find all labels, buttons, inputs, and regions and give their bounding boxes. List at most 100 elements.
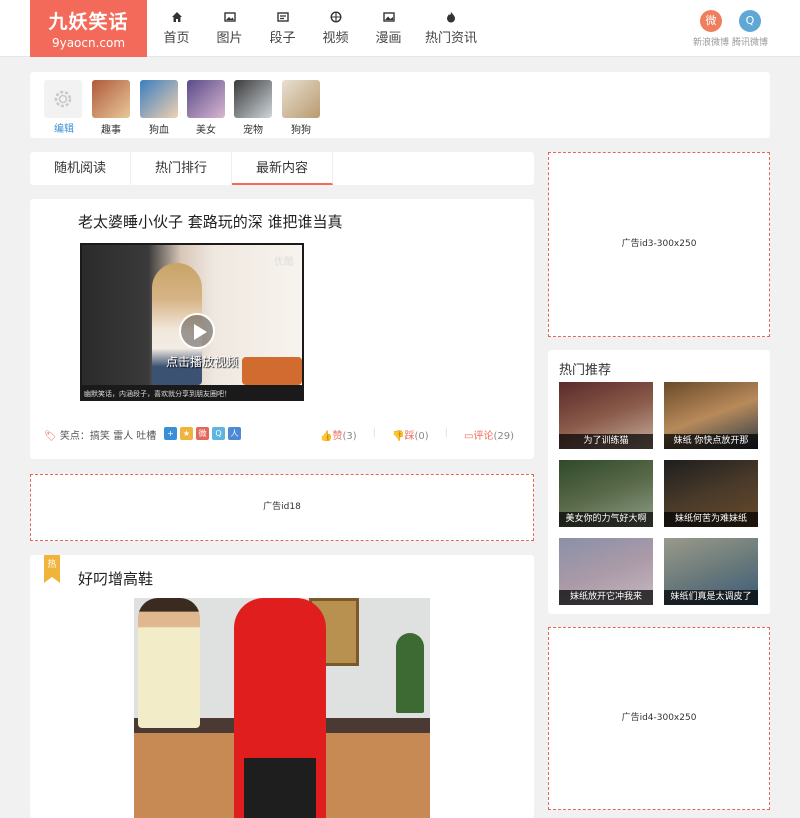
- vote-bar: 👍赞(3) | 👎踩(0) | ▭评论(29): [304, 427, 514, 442]
- dislike-count: (0): [414, 431, 429, 442]
- divider: |: [444, 427, 449, 438]
- ad-sidebar-4[interactable]: 广告id4-300x250: [548, 627, 770, 810]
- hot-item[interactable]: 美女你的力气好大啊: [559, 460, 653, 527]
- gear-icon: [44, 80, 82, 118]
- hot-item[interactable]: 为了训练猫: [559, 382, 653, 449]
- nav-item-images[interactable]: 图片: [203, 0, 256, 57]
- like-count: (3): [342, 431, 357, 442]
- nav-label: 视频: [322, 31, 349, 46]
- share-tencent-icon[interactable]: Q: [212, 427, 225, 440]
- dislike-label: 踩: [404, 431, 415, 442]
- site-header: 九妖笑话 9yaocn.com 首页 图片 段子 视频 漫画 热门资讯 微 新浪…: [0, 0, 800, 57]
- site-logo[interactable]: 九妖笑话 9yaocn.com: [30, 0, 147, 57]
- play-icon[interactable]: [179, 313, 215, 349]
- main-nav: 首页 图片 段子 视频 漫画 热门资讯: [150, 0, 487, 57]
- hot-caption: 妹纸放开它冲我来: [559, 590, 653, 605]
- dislike-button[interactable]: 👎踩(0): [392, 427, 429, 442]
- tencent-weibo-icon: Q: [739, 10, 761, 32]
- video-caption: 幽默笑话，内涵段子，喜欢就分享到朋友圈吧！: [84, 390, 231, 398]
- text-icon: [256, 11, 309, 27]
- social-label: 新浪微博: [692, 38, 729, 48]
- category-item[interactable]: 狗血: [140, 80, 178, 136]
- logo-title: 九妖笑话: [48, 11, 129, 33]
- category-thumbnail: [92, 80, 130, 118]
- post-meta: 🏷 笑点：搞笑 雷人 吐槽 + ★ 微 Q 人 👍赞(3) | 👎踩(0) | …: [44, 427, 514, 443]
- hot-caption: 妹纸们真是太调皮了: [664, 590, 758, 605]
- hot-recommendations: 热门推荐 为了训练猫 妹纸 你快点放开那 美女你的力气好大啊 妹纸何苦为难妹纸 …: [548, 350, 770, 614]
- hot-caption: 美女你的力气好大啊: [559, 512, 653, 527]
- share-weibo-icon[interactable]: 微: [196, 427, 209, 440]
- image-icon: [203, 11, 256, 27]
- logo-domain: 9yaocn.com: [51, 36, 126, 50]
- category-thumbnail: [234, 80, 272, 118]
- tab-random[interactable]: 随机阅读: [30, 152, 131, 185]
- nav-item-video[interactable]: 视频: [309, 0, 362, 57]
- nav-label: 漫画: [375, 31, 402, 46]
- share-buttons: + ★ 微 Q 人: [164, 427, 241, 440]
- category-item[interactable]: 狗狗: [282, 80, 320, 136]
- tencent-weibo-link[interactable]: Q 腾讯微博: [727, 10, 773, 48]
- hot-item[interactable]: 妹纸 你快点放开那: [664, 382, 758, 449]
- nav-item-home[interactable]: 首页: [150, 0, 203, 57]
- category-thumbnail: [140, 80, 178, 118]
- post-title[interactable]: 老太婆睡小伙子 套路玩的深 谁把谁当真: [78, 211, 343, 232]
- comment-label: 评论: [473, 431, 494, 442]
- post-title[interactable]: 好叼增高鞋: [78, 568, 153, 589]
- category-item[interactable]: 美女: [187, 80, 225, 136]
- category-bar: 编辑 趣事 狗血 美女 宠物 狗狗: [30, 72, 770, 138]
- nav-item-comics[interactable]: 漫画: [362, 0, 415, 57]
- flame-icon: [415, 11, 487, 27]
- category-item[interactable]: 趣事: [92, 80, 130, 136]
- hot-caption: 为了训练猫: [559, 434, 653, 449]
- comment-count: (29): [493, 431, 514, 442]
- category-label: 狗血: [149, 125, 169, 136]
- share-qzone-icon[interactable]: ★: [180, 427, 193, 440]
- like-label: 赞: [332, 431, 343, 442]
- category-thumbnail: [187, 80, 225, 118]
- video-player[interactable]: 优酷 点击播放视频 幽默笑话，内涵段子，喜欢就分享到朋友圈吧！: [80, 243, 304, 401]
- video-sofa: [242, 357, 302, 385]
- edit-categories-button[interactable]: 编辑: [44, 80, 84, 135]
- ad-banner-18[interactable]: 广告id18: [30, 474, 534, 541]
- hot-item[interactable]: 妹纸何苦为难妹纸: [664, 460, 758, 527]
- share-plus-icon[interactable]: +: [164, 427, 177, 440]
- like-button[interactable]: 👍赞(3): [320, 427, 357, 442]
- photo-clerk: [138, 598, 200, 728]
- tag-line: 🏷 笑点：搞笑 雷人 吐槽: [44, 427, 156, 442]
- category-label: 趣事: [101, 125, 121, 136]
- tab-popular[interactable]: 热门排行: [131, 152, 232, 185]
- comment-button[interactable]: ▭评论(29): [464, 427, 514, 442]
- edit-label: 编辑: [54, 124, 74, 135]
- hot-caption: 妹纸何苦为难妹纸: [664, 512, 758, 527]
- category-thumbnail: [282, 80, 320, 118]
- tag-label: 笑点：: [59, 431, 90, 442]
- section-title: 热门推荐: [559, 363, 612, 378]
- content-tabs: 随机阅读 热门排行 最新内容: [30, 152, 534, 185]
- video-thumbnail: 优酷 点击播放视频: [82, 245, 302, 385]
- category-label: 宠物: [243, 125, 263, 136]
- nav-item-jokes[interactable]: 段子: [256, 0, 309, 57]
- divider: |: [372, 427, 377, 438]
- ad-sidebar-3[interactable]: 广告id3-300x250: [548, 152, 770, 337]
- photo-plant: [396, 633, 424, 713]
- nav-label: 段子: [269, 31, 296, 46]
- tab-latest[interactable]: 最新内容: [232, 152, 333, 185]
- category-item[interactable]: 宠物: [234, 80, 272, 136]
- post-image[interactable]: [134, 598, 430, 818]
- thumbs-up-icon: 👍: [320, 431, 333, 442]
- video-icon: [309, 11, 362, 27]
- weibo-icon: 微: [700, 10, 722, 32]
- hot-item[interactable]: 妹纸们真是太调皮了: [664, 538, 758, 605]
- nav-item-hot-news[interactable]: 热门资讯: [415, 0, 487, 57]
- thumbs-down-icon: 👎: [392, 431, 405, 442]
- hot-caption: 妹纸 你快点放开那: [664, 434, 758, 449]
- hot-item[interactable]: 妹纸放开它冲我来: [559, 538, 653, 605]
- tag-list[interactable]: 搞笑 雷人 吐槽: [90, 431, 156, 442]
- tag-icon: 🏷: [44, 431, 57, 442]
- social-label: 腾讯微博: [731, 38, 768, 48]
- nav-label: 热门资讯: [424, 31, 477, 46]
- share-renren-icon[interactable]: 人: [228, 427, 241, 440]
- post-card: 老太婆睡小伙子 套路玩的深 谁把谁当真 优酷 点击播放视频 幽默笑话，内涵段子，…: [30, 199, 534, 459]
- comic-icon: [362, 11, 415, 27]
- nav-label: 图片: [216, 31, 243, 46]
